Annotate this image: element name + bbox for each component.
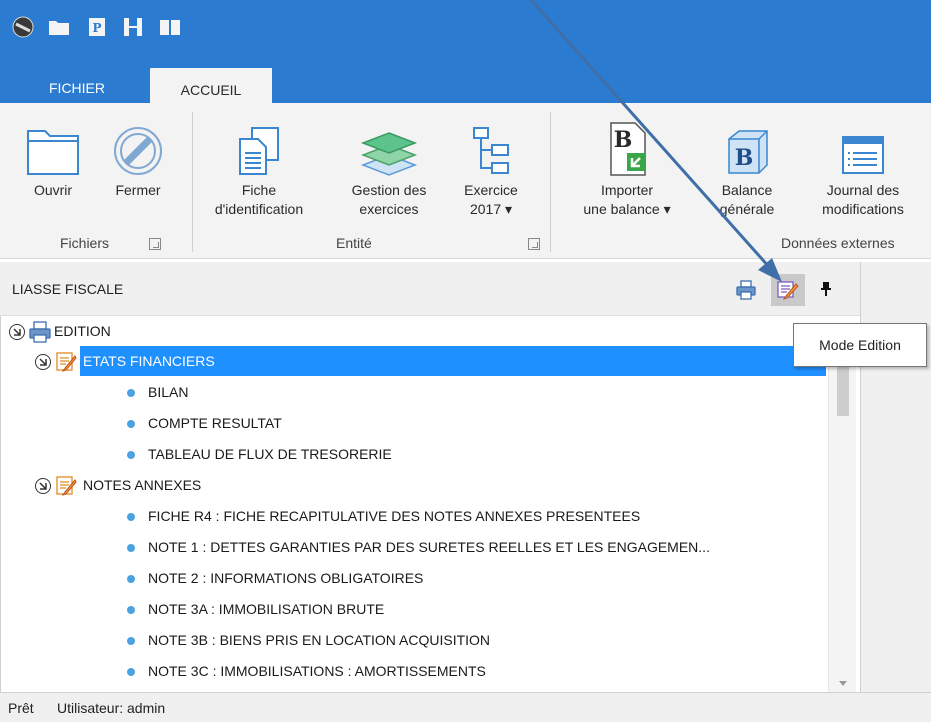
bullet-icon: [127, 420, 135, 429]
svg-text:B: B: [614, 127, 633, 153]
tree-item[interactable]: NOTE 3C : IMMOBILISATIONS : AMORTISSEMEN…: [127, 656, 486, 686]
collapse-icon[interactable]: [9, 324, 25, 340]
group-separator: [192, 112, 193, 252]
tree-item[interactable]: FICHE R4 : FICHE RECAPITULATIVE DES NOTE…: [127, 501, 640, 531]
dialog-launcher-icon[interactable]: [149, 238, 161, 250]
tab-fichier[interactable]: FICHIER: [22, 73, 132, 103]
svg-text:B: B: [735, 145, 754, 171]
bullet-icon: [127, 513, 135, 522]
pin-icon[interactable]: [818, 280, 834, 298]
folder-icon[interactable]: [44, 14, 74, 40]
hierarchy-icon: [473, 127, 509, 174]
balance-cube-icon: B: [728, 130, 768, 174]
group-label-donnees-externes: Données externes: [781, 235, 895, 251]
dialog-launcher-icon[interactable]: [528, 238, 540, 250]
title-bar: P: [0, 0, 931, 110]
bullet-icon: [127, 668, 135, 677]
p-document-icon[interactable]: P: [82, 14, 112, 40]
close-button[interactable]: Fermer: [102, 115, 174, 200]
group-label-fichiers: Fichiers: [60, 235, 110, 251]
bullet-icon: [127, 451, 135, 460]
exercise-2017-dropdown[interactable]: Exercice 2017 ▾: [452, 115, 530, 219]
bullet-icon: [127, 606, 135, 615]
manage-exercises-button[interactable]: Gestion des exercices: [336, 115, 442, 219]
split-view-icon[interactable]: [118, 14, 148, 40]
printer-folder-icon: [29, 321, 51, 346]
collapse-icon[interactable]: [35, 478, 51, 494]
document-icon: [239, 127, 279, 175]
bullet-icon: [127, 544, 135, 553]
edit-mode-icon[interactable]: [771, 274, 805, 306]
tree-item[interactable]: COMPTE RESULTAT: [127, 408, 282, 438]
bullet-icon: [127, 575, 135, 584]
tree-group-notes-annexes[interactable]: NOTES ANNEXES: [83, 470, 201, 500]
tree-group-etats-financiers[interactable]: ETATS FINANCIERS: [80, 346, 826, 376]
vertical-scrollbar[interactable]: [828, 346, 856, 692]
open-button[interactable]: Ouvrir: [20, 115, 86, 200]
collapse-icon[interactable]: [35, 354, 51, 370]
bullet-icon: [127, 389, 135, 398]
tree-item[interactable]: BILAN: [127, 377, 188, 407]
tree-item[interactable]: NOTE 3A : IMMOBILISATION BRUTE: [127, 594, 384, 624]
group-label-entite: Entité: [336, 235, 372, 251]
bullet-icon: [127, 637, 135, 646]
tree-root-edition[interactable]: EDITION: [54, 316, 111, 346]
status-state: Prêt: [8, 700, 34, 716]
book-icon[interactable]: [155, 14, 185, 40]
print-icon[interactable]: [734, 278, 758, 302]
layers-icon: [360, 132, 418, 176]
edit-document-icon: [55, 351, 77, 376]
no-entry-icon: [114, 127, 162, 175]
identification-sheet-button[interactable]: Fiche d'identification: [196, 115, 322, 219]
folder-open-icon: [27, 130, 79, 175]
tree-view: EDITION ETATS FINANCIERS BILAN COMPTE RE…: [0, 316, 860, 692]
status-bar: Prêt Utilisateur: admin: [0, 692, 931, 722]
import-balance-icon: B: [610, 122, 646, 176]
general-balance-button[interactable]: B Balance générale: [706, 115, 788, 219]
tree-item[interactable]: TABLEAU DE FLUX DE TRESORERIE: [127, 439, 392, 469]
tree-item[interactable]: NOTE 2 : INFORMATIONS OBLIGATOIRES: [127, 563, 423, 593]
app-menu-icon[interactable]: [8, 14, 38, 40]
edit-document-icon: [55, 475, 77, 500]
scroll-down-icon[interactable]: [839, 681, 847, 686]
tooltip-mode-edition: Mode Edition: [793, 323, 927, 367]
panel-header: LIASSE FISCALE: [0, 262, 860, 316]
tree-item[interactable]: NOTE 1 : DETTES GARANTIES PAR DES SURETE…: [127, 532, 710, 562]
group-separator: [550, 112, 551, 252]
import-balance-dropdown[interactable]: B Importer une balance ▾: [558, 115, 696, 219]
tree-item[interactable]: NOTE 3B : BIENS PRIS EN LOCATION ACQUISI…: [127, 625, 490, 655]
svg-text:P: P: [92, 21, 101, 35]
journal-icon: [842, 136, 884, 174]
panel-title: LIASSE FISCALE: [12, 281, 124, 297]
status-user: Utilisateur: admin: [57, 700, 166, 716]
change-log-button[interactable]: Journal des modifications: [800, 115, 926, 219]
